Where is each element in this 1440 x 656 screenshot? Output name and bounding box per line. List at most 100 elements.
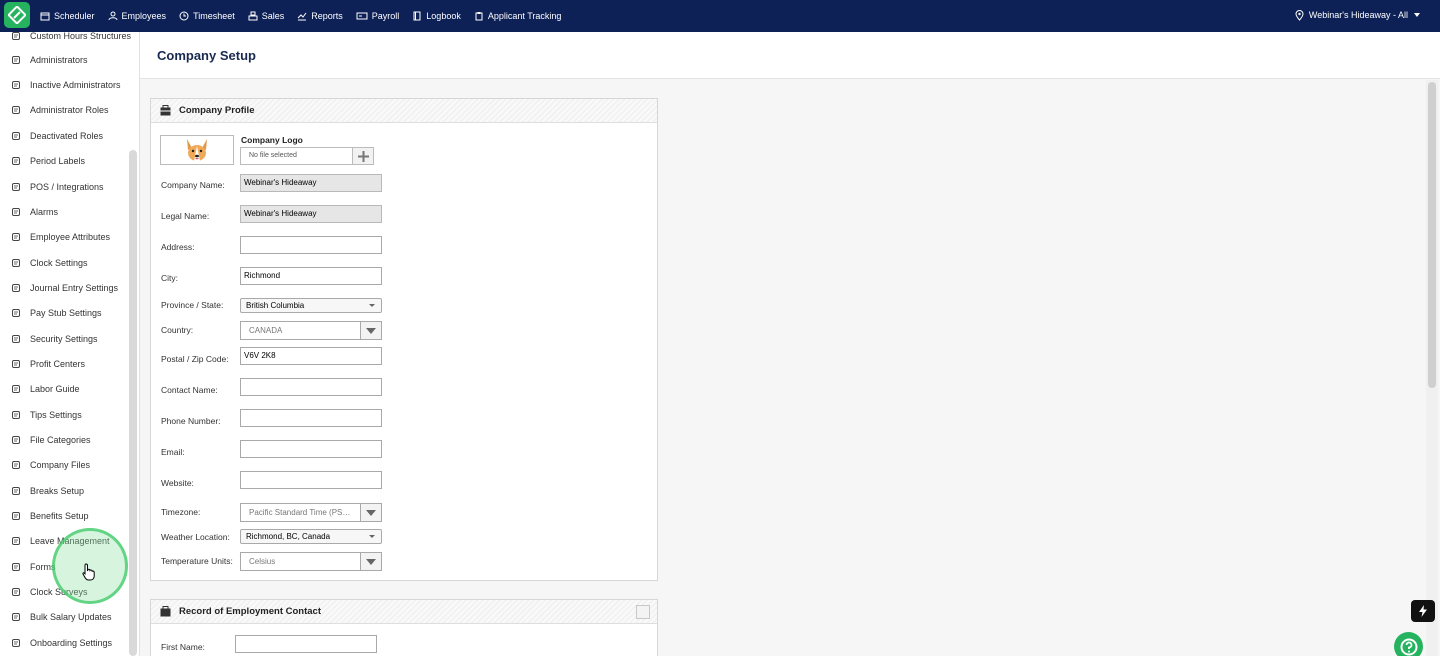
email-field[interactable] <box>240 440 382 458</box>
roe-contact-title: Record of Employment Contact <box>179 606 321 617</box>
admin-icon <box>10 54 22 66</box>
sidebar-item-label: Clock Settings <box>30 258 88 268</box>
nav-sales-label: Sales <box>261 11 285 21</box>
clock-list-icon <box>10 32 22 42</box>
timezone-dropdown-button[interactable] <box>360 504 381 521</box>
nav-logbook[interactable]: Logbook <box>412 11 461 21</box>
email-label: Email: <box>161 447 185 457</box>
help-icon <box>1400 638 1417 655</box>
lightning-bolt-icon <box>1419 605 1427 617</box>
sidebar-item-onboarding-settings[interactable]: Onboarding Settings <box>10 633 112 653</box>
sidebar-item-administrators[interactable]: Administrators <box>10 50 88 70</box>
sidebar-item-benefits-setup[interactable]: Benefits Setup <box>10 506 89 526</box>
first-name-field[interactable] <box>235 635 377 653</box>
nav-employees[interactable]: Employees <box>108 11 167 21</box>
help-button[interactable] <box>1394 632 1423 656</box>
contact-name-label: Contact Name: <box>161 385 218 395</box>
sidebar-item-clock-surveys[interactable]: Clock Surveys <box>10 582 88 602</box>
country-select-value: CANADA <box>249 326 283 335</box>
weather-location-select[interactable]: Richmond, BC, Canada <box>240 529 382 544</box>
sidebar-item-profit-centers[interactable]: Profit Centers <box>10 354 85 374</box>
city-field[interactable]: Richmond <box>240 267 382 285</box>
paystub-icon <box>10 307 22 319</box>
chevron-down-icon <box>1414 13 1420 17</box>
clock-settings-icon <box>10 257 22 269</box>
nav-reports[interactable]: Reports <box>297 11 343 21</box>
timezone-select[interactable]: Pacific Standard Time (PS… <box>240 503 382 522</box>
sidebar-item-administrator-roles[interactable]: Administrator Roles <box>10 100 109 120</box>
location-selector[interactable]: Webinar's Hideaway - All <box>1295 0 1420 30</box>
sidebar-item-labor-guide[interactable]: Labor Guide <box>10 379 80 399</box>
nav-applicant-tracking[interactable]: Applicant Tracking <box>474 11 561 21</box>
sidebar-item-label: File Categories <box>30 435 91 445</box>
sidebar-item-clock-settings[interactable]: Clock Settings <box>10 253 88 273</box>
sidebar-item-label: Alarms <box>30 207 59 217</box>
sidebar-item-employee-attributes[interactable]: Employee Attributes <box>10 227 110 247</box>
company-profile-title: Company Profile <box>179 105 255 116</box>
sidebar-item-breaks-setup[interactable]: Breaks Setup <box>10 481 84 501</box>
company-name-field[interactable]: Webinar's Hideaway <box>240 174 382 192</box>
nav-sales[interactable]: Sales <box>248 11 285 21</box>
leave-icon <box>10 535 22 547</box>
website-field[interactable] <box>240 471 382 489</box>
sidebar-item-label: Security Settings <box>30 334 98 344</box>
temperature-units-select[interactable]: Celsius <box>240 552 382 571</box>
sidebar-item-period-labels[interactable]: Period Labels <box>10 151 85 171</box>
postal-code-field[interactable]: V6V 2K8 <box>240 347 382 365</box>
sidebar-item-forms[interactable]: Forms <box>10 557 56 577</box>
country-select[interactable]: CANADA <box>240 321 382 340</box>
tips-icon <box>10 409 22 421</box>
nav-payroll[interactable]: Payroll <box>356 11 399 21</box>
contact-name-field[interactable] <box>240 378 382 396</box>
location-label: Webinar's Hideaway - All <box>1308 10 1408 20</box>
legal-name-field[interactable]: Webinar's Hideaway <box>240 205 382 223</box>
country-dropdown-button[interactable] <box>360 322 381 339</box>
sidebar-item-bulk-salary-updates[interactable]: Bulk Salary Updates <box>10 607 112 627</box>
roe-contact-toggle-checkbox[interactable] <box>636 605 650 619</box>
sidebar-item-tips-settings[interactable]: Tips Settings <box>10 405 82 425</box>
sidebar-item-label: Profit Centers <box>30 359 86 369</box>
logo-file-input[interactable]: No file selected <box>240 147 353 165</box>
admin-role-icon <box>10 104 22 116</box>
add-logo-button[interactable] <box>352 147 374 165</box>
sidebar-item-label: Administrators <box>30 55 88 65</box>
sidebar-item-deactivated-roles[interactable]: Deactivated Roles <box>10 126 103 146</box>
plus-icon <box>357 150 369 162</box>
sidebar-item-security-settings[interactable]: Security Settings <box>10 329 98 349</box>
sidebar-item-label: Tips Settings <box>30 410 82 420</box>
nav-timesheet[interactable]: Timesheet <box>179 11 235 21</box>
nav-reports-label: Reports <box>311 11 343 21</box>
sidebar-scrollbar[interactable] <box>129 150 137 656</box>
sidebar-item-journal-entry-settings[interactable]: Journal Entry Settings <box>10 278 118 298</box>
sidebar-item-file-categories[interactable]: File Categories <box>10 430 91 450</box>
company-logo-label: Company Logo <box>241 135 303 145</box>
inactive-admin-icon <box>10 79 22 91</box>
map-pin-icon <box>1295 9 1304 21</box>
folders-icon <box>10 434 22 446</box>
nav-scheduler[interactable]: Scheduler <box>40 11 95 21</box>
sidebar-item-inactive-administrators[interactable]: Inactive Administrators <box>10 75 121 95</box>
sidebar-item-company-files[interactable]: Company Files <box>10 455 90 475</box>
alarm-icon <box>10 206 22 218</box>
phone-number-field[interactable] <box>240 409 382 427</box>
province-select[interactable]: British Columbia <box>240 298 382 313</box>
sidebar-item-leave-management[interactable]: Leave Management <box>10 531 110 551</box>
nav-employees-label: Employees <box>121 11 167 21</box>
sidebar-item-custom-hours-structures[interactable]: Custom Hours Structures <box>10 32 131 46</box>
calendar-icon <box>40 12 50 21</box>
nav-logbook-label: Logbook <box>426 11 461 21</box>
app-logo[interactable] <box>4 2 30 28</box>
sidebar-item-label: Clock Surveys <box>30 587 88 597</box>
province-label: Province / State: <box>161 300 224 310</box>
sidebar-item-label: POS / Integrations <box>30 182 104 192</box>
country-label: Country: <box>161 325 194 335</box>
address-field[interactable] <box>240 236 382 254</box>
sidebar-item-pos-integrations[interactable]: POS / Integrations <box>10 177 104 197</box>
temperature-dropdown-button[interactable] <box>360 553 381 570</box>
sidebar-item-alarms[interactable]: Alarms <box>10 202 58 222</box>
quick-actions-button[interactable] <box>1411 600 1435 622</box>
sidebar-item-pay-stub-settings[interactable]: Pay Stub Settings <box>10 303 102 323</box>
sidebar-item-label: Bulk Salary Updates <box>30 612 112 622</box>
main-scrollbar[interactable] <box>1428 82 1436 388</box>
briefcase-icon <box>160 105 171 116</box>
